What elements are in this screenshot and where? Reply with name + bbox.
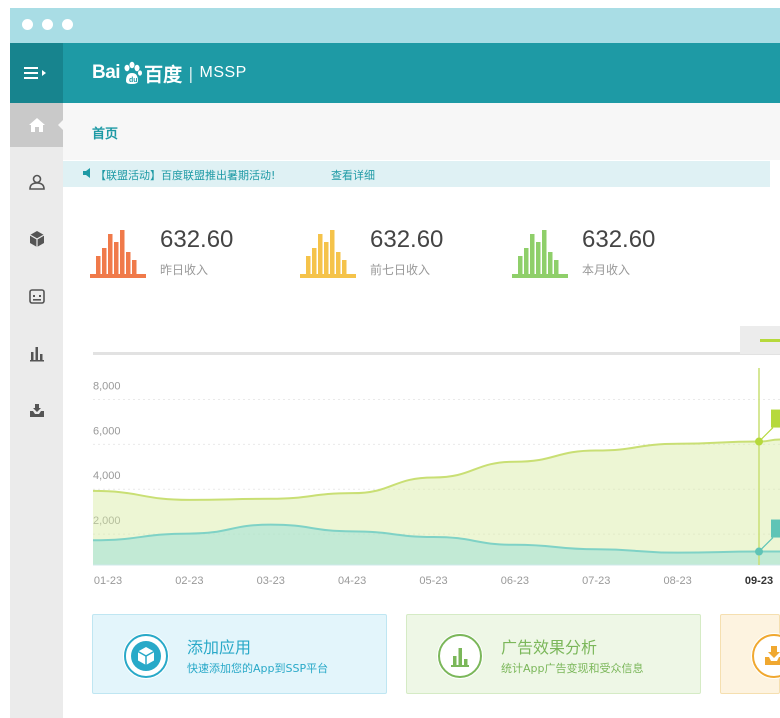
x-tick-label: 08-23 <box>664 575 692 587</box>
x-tick-label: 02-23 <box>175 575 203 587</box>
add-app-card[interactable]: 添加应用 快速添加您的App到SSP平台 <box>92 614 387 694</box>
bar-chart-icon <box>437 633 483 679</box>
chart-top-rule <box>93 352 780 355</box>
x-tick-label: 01-23 <box>94 575 122 587</box>
x-tick-label: 06-23 <box>501 575 529 587</box>
revenue-chart: 8,0006,0004,0002,00001-23 02-23 03-23 04-23… <box>92 326 780 587</box>
y-tick-label: 8,000 <box>93 380 121 392</box>
x-tick-label: 04-23 <box>338 575 366 587</box>
ad-analysis-card[interactable]: 广告效果分析 统计App广告变现和受众信息 <box>406 614 701 694</box>
tooltip-flag <box>771 409 780 428</box>
card-title: 添加应用 <box>187 638 252 657</box>
download-card[interactable] <box>720 614 780 694</box>
chart-tab-marker <box>760 339 780 342</box>
y-tick-label: 4,000 <box>93 470 121 482</box>
x-tick-label: 03-23 <box>257 575 285 587</box>
x-tick-label: 05-23 <box>419 575 447 587</box>
x-tick-label: 07-23 <box>582 575 610 587</box>
card-subtitle: 快速添加您的App到SSP平台 <box>187 662 329 675</box>
cube-icon <box>123 633 169 679</box>
y-tick-label: 6,000 <box>93 425 121 437</box>
tooltip-flag <box>771 519 780 538</box>
download-icon <box>751 633 780 679</box>
x-tick-label: 09-23 <box>745 575 773 587</box>
card-subtitle: 统计App广告变现和受众信息 <box>501 662 644 675</box>
card-title: 广告效果分析 <box>501 638 598 657</box>
